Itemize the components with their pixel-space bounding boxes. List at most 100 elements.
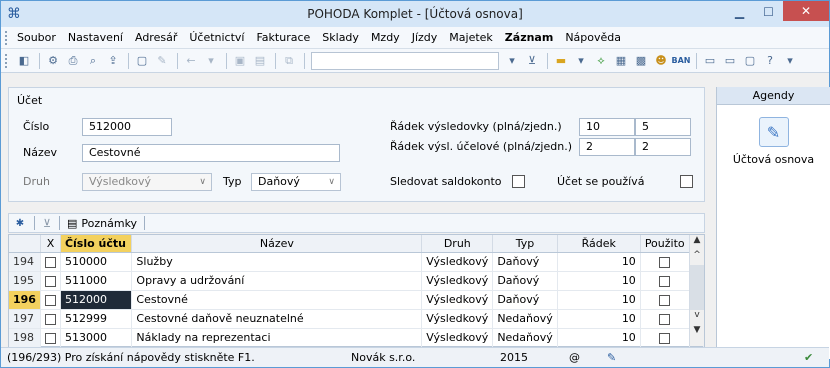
header-name[interactable]: Název [131,235,423,253]
cell-pouzito[interactable] [640,328,690,348]
row-checkbox[interactable] [44,256,56,268]
quick-search-input[interactable] [311,51,499,70]
save-copy-icon[interactable]: ▤ [251,52,269,70]
filter-off-icon[interactable]: ⊻ [38,217,56,230]
save-icon[interactable]: ▣ [231,52,249,70]
copy-icon[interactable]: ⧉ [280,52,298,70]
back-dropdown-icon[interactable]: ▾ [202,52,220,70]
row-checkbox-cell[interactable] [40,290,61,310]
window-layout-icon[interactable]: ▭ [701,52,719,70]
agenda-icon[interactable]: ◧ [15,52,33,70]
scroll-top-icon[interactable]: ▲ [690,235,704,250]
saldokonto-checkbox[interactable] [512,175,525,188]
edit-icon[interactable]: ✎ [153,52,171,70]
menu-zaznam[interactable]: Záznam [505,31,554,44]
report-icon[interactable]: ⚙ [44,52,62,70]
help-icon[interactable]: ? [761,52,779,70]
menu-soubor[interactable]: Soubor [17,31,56,44]
row-number: 196 [9,290,41,310]
tab-notes[interactable]: ▤ Poznámky [63,217,141,230]
back-icon[interactable]: ← [182,52,200,70]
row-checkbox-cell[interactable] [40,328,61,348]
menu-jizdy[interactable]: Jízdy [412,31,438,44]
header-druh[interactable]: Druh [421,235,494,253]
row-checkbox[interactable] [44,313,56,325]
cell-pouzito[interactable] [640,290,690,310]
account-number-field[interactable]: 512000 [82,118,172,136]
maximize-button[interactable]: ☐ [754,1,783,23]
close-button[interactable]: ✕ [783,1,829,21]
scroll-bottom-icon[interactable]: ▼ [690,325,704,340]
star-icon[interactable]: ✱ [9,218,31,229]
minimize-button[interactable]: ▁ [725,1,754,23]
new-record-icon[interactable]: ▢ [133,52,151,70]
link-icon[interactable]: ⟡ [592,52,610,70]
user-search-icon[interactable]: ☻ [652,52,670,70]
header-account-number[interactable]: Číslo účtu [60,235,133,253]
header-pouzito[interactable]: Použito [640,235,690,253]
cell-pouzito[interactable] [640,309,690,329]
pen-icon: ✎ [607,351,617,364]
agendy-item-label: Účtová osnova [732,153,815,166]
radek-ucel-full-field[interactable]: 2 [579,138,635,156]
table-row[interactable]: 198 513000 Náklady na reprezentaci Výsle… [9,328,705,348]
window-split-icon[interactable]: ▭ [721,52,739,70]
used-checkbox[interactable] [659,332,671,344]
row-checkbox[interactable] [44,275,56,287]
row-checkbox-cell[interactable] [40,252,61,272]
help-dropdown-icon[interactable]: ▾ [781,52,799,70]
toolbar-separator [696,52,697,69]
folder-icon[interactable]: ▬ [552,52,570,70]
menu-adresar[interactable]: Adresář [135,31,177,44]
scroll-down-icon[interactable]: v [690,310,704,325]
header-typ[interactable]: Typ [492,235,558,253]
ok-check-icon[interactable]: ✔ [804,351,813,364]
vertical-scrollbar[interactable]: ▲ ^ v ▼ [689,235,704,346]
pouziva-checkbox[interactable] [680,175,693,188]
menu-ucetnictvi[interactable]: Účetnictví [189,31,244,44]
iban-icon[interactable]: BAN [672,52,691,70]
pohoda-logo-icon[interactable]: ⌘ [1,1,27,27]
menu-sklady[interactable]: Sklady [322,31,359,44]
druh-select[interactable]: Výsledkový ∨ [82,173,212,191]
row-checkbox[interactable] [44,294,56,306]
row-checkbox-cell[interactable] [40,309,61,329]
header-x[interactable]: X [40,235,61,253]
table-icon[interactable]: ▦ [612,52,630,70]
header-radek[interactable]: Řádek [557,235,641,253]
table-row[interactable]: 194 510000 Služby Výsledkový Daňový 10 [9,252,705,272]
cell-pouzito[interactable] [640,271,690,291]
used-checkbox[interactable] [659,275,671,287]
used-checkbox[interactable] [659,256,671,268]
menu-majetek[interactable]: Majetek [449,31,493,44]
filter-icon[interactable]: ⊻ [523,52,541,70]
row-checkbox[interactable] [44,332,56,344]
radek-vysl-short-field[interactable]: 5 [635,118,691,136]
account-name-field[interactable]: Cestovné [82,144,340,162]
folder-dropdown-icon[interactable]: ▾ [572,52,590,70]
typ-select[interactable]: Daňový ∨ [251,173,341,191]
agendy-item-ucetni-osnova[interactable]: ✎ Účtová osnova [717,117,830,166]
chat-icon[interactable]: ▢ [741,52,759,70]
used-checkbox[interactable] [659,313,671,325]
radek-ucel-short-field[interactable]: 2 [635,138,691,156]
dropdown-icon[interactable]: ▾ [503,52,521,70]
used-checkbox[interactable] [659,294,671,306]
table-row-selected[interactable]: 196 512000 Cestovné Výsledkový Daňový 10 [9,290,705,310]
print-icon[interactable]: ⎙ [64,52,82,70]
row-checkbox-cell[interactable] [40,271,61,291]
scroll-thumb[interactable] [690,265,704,310]
table-row[interactable]: 197 512999 Cestovné daňově neuznatelné V… [9,309,705,329]
menu-nastaveni[interactable]: Nastavení [68,31,123,44]
menu-mzdy[interactable]: Mzdy [371,31,400,44]
cell-pouzito[interactable] [640,252,690,272]
preview-icon[interactable]: ⌕ [84,52,102,70]
table-row[interactable]: 195 511000 Opravy a udržování Výsledkový… [9,271,705,291]
export-icon[interactable]: ⇪ [104,52,122,70]
scroll-up-icon[interactable]: ^ [690,250,704,265]
menu-fakturace[interactable]: Fakturace [256,31,310,44]
calculator-icon[interactable]: ▩ [632,52,650,70]
menu-napoveda[interactable]: Nápověda [565,31,621,44]
cell-typ: Daňový [492,252,558,272]
radek-vysl-full-field[interactable]: 10 [579,118,635,136]
